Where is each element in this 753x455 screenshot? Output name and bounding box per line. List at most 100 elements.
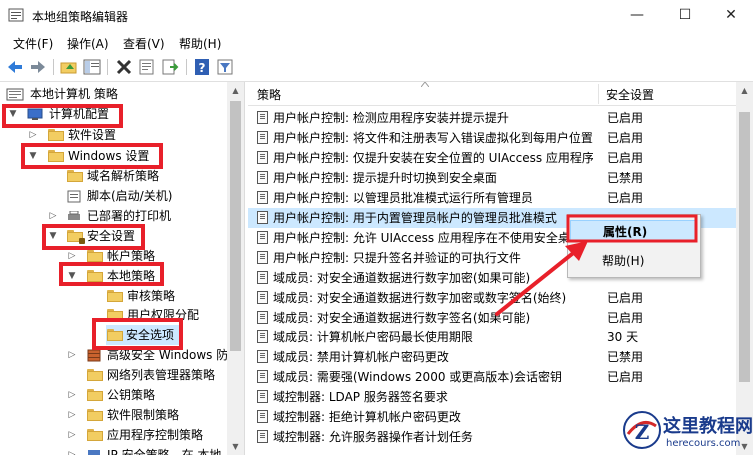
chevron-right-icon[interactable]: ▷ [67,445,77,455]
logo-letter: Z [635,420,650,444]
tree-vertical-scrollbar[interactable]: ▲ ▼ [227,82,244,455]
policy-icon [257,270,268,284]
column-divider[interactable] [598,84,599,104]
policy-name: 用户帐户控制: 用于内置管理员帐户的管理员批准模式 [273,210,557,225]
table-row[interactable]: 域成员: 计算机帐户密码最长使用期限 30 天 [248,327,736,347]
properties-icon[interactable] [138,58,156,76]
tree-label: IP 安全策略，在 本地 [107,448,222,455]
table-row[interactable]: 域成员: 对安全通道数据进行数字加密或数字签名(始终) 已启用 [248,288,736,308]
printer-icon [68,211,80,220]
policy-icon [257,150,268,164]
policy-icon [257,210,268,224]
tree-label: 软件限制策略 [107,408,180,422]
menu-file[interactable]: 文件(F) [13,35,53,52]
watermark-title: 这里教程网 [663,416,753,437]
help-icon[interactable]: ? [193,58,211,76]
policy-name: 用户帐户控制: 仅提升安装在安全位置的 UIAccess 应用程序 [273,150,593,165]
scroll-up-icon[interactable]: ▲ [736,82,753,99]
context-menu-label: 帮助(H) [602,254,645,268]
menu-help[interactable]: 帮助(H) [179,35,221,52]
filter-icon[interactable] [216,58,234,76]
highlight-security-options [92,318,183,350]
policy-setting: 已启用 [607,370,644,385]
context-menu: 属性(R) 帮助(H) [567,214,701,278]
scrollbar-thumb[interactable] [230,101,241,351]
policy-name: 域成员: 需要强(Windows 2000 或更高版本)会话密钥 [273,370,562,385]
policy-name: 用户帐户控制: 允许 UIAccess 应用程序在不使用安全桌 [273,230,570,245]
back-arrow-icon[interactable] [6,58,24,76]
policy-name: 域控制器: LDAP 服务器签名要求 [273,390,448,405]
policy-icon [257,310,268,324]
policy-setting: 30 天 [607,330,639,345]
toolbar-separator [186,59,187,75]
scroll-down-icon[interactable]: ▼ [227,438,244,455]
toolbar-separator [107,59,108,75]
policy-icon [257,131,268,144]
tree-label: 审核策略 [127,289,176,303]
policy-icon [257,430,268,444]
menu-action[interactable]: 操作(A) [67,35,109,52]
policy-setting: 已禁用 [607,170,644,185]
scroll-up-icon[interactable]: ▲ [227,82,244,99]
chevron-right-icon[interactable]: ▷ [67,405,77,425]
table-row[interactable]: 域成员: 对安全通道数据进行数字签名(如果可能) 已启用 [248,308,736,328]
forward-arrow-icon[interactable] [29,58,47,76]
scrollbar-thumb[interactable] [739,112,750,382]
policy-name: 用户帐户控制: 只提升签名并验证的可执行文件 [273,250,521,265]
table-row[interactable]: 用户帐户控制: 以管理员批准模式运行所有管理员 已启用 [248,188,736,208]
table-row[interactable]: 域成员: 禁用计算机帐户密码更改 已禁用 [248,347,736,367]
svg-text:?: ? [199,61,206,75]
menu-bar: 文件(F) 操作(A) 查看(V) 帮助(H) [0,32,753,52]
policy-name: 域成员: 对安全通道数据进行数字加密(如果可能) [273,270,531,285]
table-row[interactable]: 域成员: 需要强(Windows 2000 或更高版本)会话密钥 已启用 [248,367,736,387]
folder-icon [87,429,103,441]
policy-setting: 已启用 [607,111,644,125]
chevron-right-icon[interactable]: ▷ [48,206,58,226]
tree-label: 公钥策略 [107,388,156,402]
table-row[interactable]: 用户帐户控制: 检测应用程序安装并提示提升 已启用 [248,108,736,128]
folder-icon [107,290,123,302]
table-row[interactable]: 用户帐户控制: 仅提升安装在安全位置的 UIAccess 应用程序 已启用 [248,148,736,168]
chevron-right-icon[interactable]: ▷ [67,425,77,445]
policy-name: 域控制器: 允许服务器操作者计划任务 [273,430,473,445]
policy-name: 域成员: 计算机帐户密码最长使用期限 [273,330,473,345]
chevron-right-icon[interactable]: ▷ [67,345,77,365]
group-policy-app-icon [8,8,24,22]
policy-icon [257,410,268,424]
close-button[interactable]: ✕ [716,4,746,26]
maximize-button[interactable]: ☐ [670,4,700,26]
list-vertical-scrollbar[interactable]: ▲ ▼ [736,82,753,455]
delete-icon[interactable] [115,58,133,76]
policy-name: 域成员: 对安全通道数据进行数字加密或数字签名(始终) [273,290,567,305]
policy-setting: 已启用 [607,290,644,305]
folder-icon [87,409,103,421]
sort-ascending-icon [421,82,429,87]
window-title: 本地组策略编辑器 [32,10,129,24]
policy-icon [257,370,268,384]
policy-name: 用户帐户控制: 检测应用程序安装并提示提升 [273,111,509,125]
chevron-right-icon[interactable]: ▷ [67,385,77,405]
policy-icon [257,330,268,344]
menu-view[interactable]: 查看(V) [123,35,165,52]
chevron-right-icon[interactable]: ▷ [28,125,38,145]
folder-icon [67,170,83,182]
tree-label: 已部署的打印机 [87,209,172,223]
policy-name: 用户帐户控制: 将文件和注册表写入错误虚拟化到每用户位置 [273,131,593,145]
table-row[interactable]: 用户帐户控制: 提示提升时切换到安全桌面 已禁用 [248,168,736,188]
policy-icon [257,390,268,404]
table-row[interactable]: 用户帐户控制: 将文件和注册表写入错误虚拟化到每用户位置 已启用 [248,128,736,148]
minimize-button[interactable]: — [622,4,652,26]
column-header-policy[interactable]: 策略 [257,86,281,103]
up-folder-icon[interactable] [60,58,78,76]
folder-icon [87,250,103,262]
context-menu-properties[interactable]: 属性(R) [570,220,696,242]
tree-label: 本地计算机 策略 [30,87,118,101]
export-list-icon[interactable] [161,58,179,76]
context-menu-help[interactable]: 帮助(H) [570,250,696,272]
toolbar-separator [53,59,54,75]
column-header-security-setting[interactable]: 安全设置 [606,86,654,103]
policy-setting: 已启用 [607,310,644,325]
table-row[interactable]: 域控制器: LDAP 服务器签名要求 [248,387,736,407]
show-hide-tree-icon[interactable] [83,58,101,76]
highlight-computer-configuration [2,104,123,128]
